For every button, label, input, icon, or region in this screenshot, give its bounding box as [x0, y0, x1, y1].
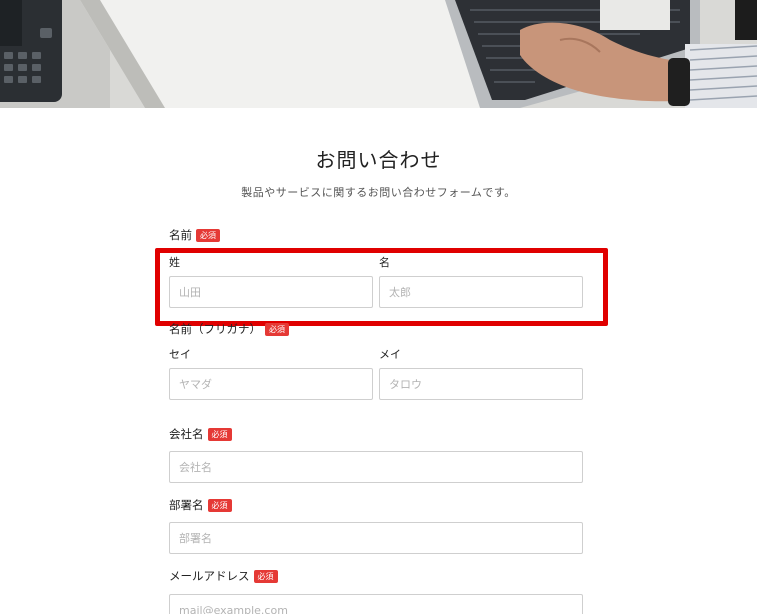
- first-name-input[interactable]: [379, 276, 583, 308]
- page-title: お問い合わせ: [315, 148, 442, 172]
- name-kana-label-text: 名前（フリガナ）: [169, 322, 261, 336]
- page-subtitle: 製品やサービスに関するお問い合わせフォームです。: [241, 186, 516, 199]
- department-label: 部署名 必須: [169, 497, 232, 513]
- contact-form: お問い合わせ 製品やサービスに関するお問い合わせフォームです。 名前 必須 姓 …: [0, 108, 757, 614]
- company-input[interactable]: [169, 451, 583, 483]
- first-name-label: 名: [379, 256, 390, 269]
- name-label: 名前 必須: [169, 227, 220, 243]
- company-label: 会社名 必須: [169, 426, 232, 442]
- hero-image: [0, 0, 757, 108]
- email-label: メールアドレス 必須: [169, 568, 278, 584]
- first-name-kana-input[interactable]: [379, 368, 583, 400]
- company-label-text: 会社名: [169, 427, 204, 441]
- required-badge: 必須: [265, 322, 289, 336]
- last-name-label: 姓: [169, 256, 180, 269]
- required-badge: 必須: [196, 228, 220, 242]
- name-kana-label: 名前（フリガナ） 必須: [169, 321, 289, 337]
- last-name-kana-input[interactable]: [169, 368, 373, 400]
- last-name-input[interactable]: [169, 276, 373, 308]
- last-name-kana-label: セイ: [169, 348, 191, 361]
- required-badge: 必須: [207, 498, 232, 512]
- first-name-kana-label: メイ: [379, 348, 401, 361]
- department-label-text: 部署名: [169, 498, 204, 512]
- contact-page: お問い合わせ 製品やサービスに関するお問い合わせフォームです。 名前 必須 姓 …: [0, 0, 757, 614]
- email-label-text: メールアドレス: [169, 569, 250, 583]
- department-input[interactable]: [169, 522, 583, 554]
- email-input[interactable]: [169, 594, 583, 614]
- required-badge: 必須: [207, 427, 232, 441]
- name-label-text: 名前: [169, 228, 192, 242]
- required-badge: 必須: [253, 569, 278, 583]
